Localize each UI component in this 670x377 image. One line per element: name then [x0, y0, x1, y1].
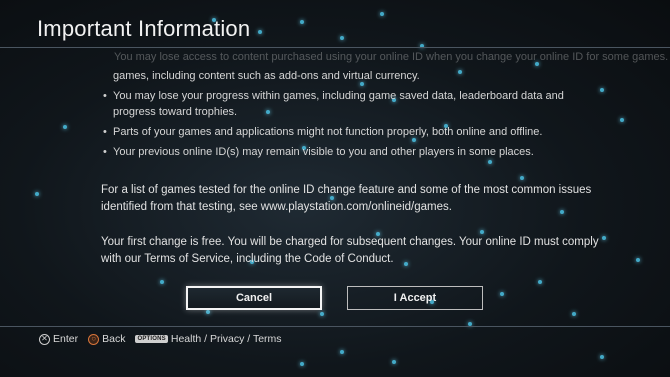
list-item: Parts of your games and applications mig… [101, 124, 571, 140]
accept-button[interactable]: I Accept [347, 286, 483, 310]
information-content[interactable]: You may lose access to content purchased… [0, 49, 670, 272]
list-item: Your previous online ID(s) may remain vi… [101, 144, 571, 160]
cross-button-icon: ✕ [39, 333, 50, 345]
games-info-paragraph: For a list of games tested for the onlin… [101, 184, 592, 213]
options-hint: OPTIONS Health / Privacy / Terms [135, 333, 282, 345]
options-hint-label: Health / Privacy / Terms [170, 333, 282, 345]
page-title: Important Information [37, 16, 251, 41]
enter-hint-label: Enter [53, 333, 79, 345]
faded-scrolled-text: You may lose access to content purchased… [114, 51, 669, 63]
controller-hints: ✕ Enter ○ Back OPTIONS Health / Privacy … [39, 333, 292, 345]
options-button-icon: OPTIONS [135, 335, 168, 343]
enter-hint: ✕ Enter [39, 333, 78, 345]
terms-paragraph: Your first change is free. You will be c… [101, 236, 599, 265]
header-bar: Important Information [0, 0, 670, 48]
back-hint: ○ Back [88, 333, 125, 345]
cancel-button[interactable]: Cancel [186, 286, 322, 310]
warning-list: games, including content such as add-ons… [101, 68, 571, 164]
back-hint-label: Back [102, 333, 126, 345]
circle-button-icon: ○ [88, 333, 100, 345]
footer-divider [0, 326, 670, 327]
list-item: games, including content such as add-ons… [113, 70, 420, 82]
list-item: You may lose your progress within games,… [101, 88, 571, 120]
